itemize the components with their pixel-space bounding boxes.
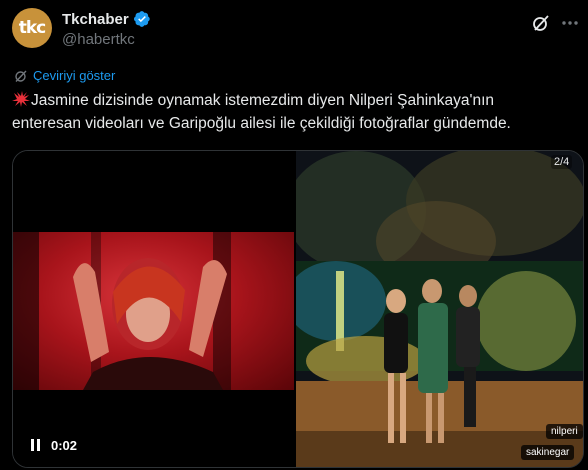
pause-icon[interactable] [31, 438, 43, 453]
more-options-icon [562, 21, 578, 25]
author-handle[interactable]: @habertkc [62, 31, 135, 48]
grok-button[interactable] [530, 12, 552, 34]
video-controls: 0:02 [31, 438, 77, 453]
translate-icon [15, 70, 27, 82]
video-player[interactable]: 0:02 [13, 151, 294, 467]
show-translation-link[interactable]: Çeviriyi göster [14, 68, 115, 83]
photo-counter: 2/4 [551, 155, 573, 169]
more-options-button[interactable] [559, 12, 581, 34]
grok-icon [533, 15, 549, 31]
photo-thumbnail[interactable]: 2/4 nilperi sakinegar [296, 151, 583, 467]
tweet-text: Jasmine dizisinde oynamak istemezdim diy… [12, 89, 582, 135]
verified-badge-icon [133, 11, 150, 27]
media-grid: 0:02 2/4 nilperi sakinegar [12, 150, 584, 468]
photo-tag-2[interactable]: sakinegar [521, 445, 575, 460]
display-name[interactable]: Tkchaber [62, 11, 129, 28]
tweet-text-line-1: Jasmine dizisinde oynamak istemezdim diy… [12, 89, 582, 112]
anger-symbol-emoji [12, 91, 30, 107]
tweet-text-line-1-content: Jasmine dizisinde oynamak istemezdim diy… [31, 92, 495, 109]
avatar[interactable]: tkc [12, 8, 52, 48]
video-time: 0:02 [51, 438, 78, 453]
photo-tag-1[interactable]: nilperi [546, 424, 583, 439]
video-frame[interactable] [13, 232, 294, 390]
photo-night-garden [296, 151, 583, 467]
translate-label[interactable]: Çeviriyi göster [33, 68, 115, 83]
video-still-figure [73, 258, 227, 390]
author-name-row: Tkchaber [62, 10, 151, 28]
avatar-logo-text: tkc [18, 18, 46, 38]
tweet-text-line-2: enteresan videoları ve Garipoğlu ailesi … [12, 115, 511, 132]
